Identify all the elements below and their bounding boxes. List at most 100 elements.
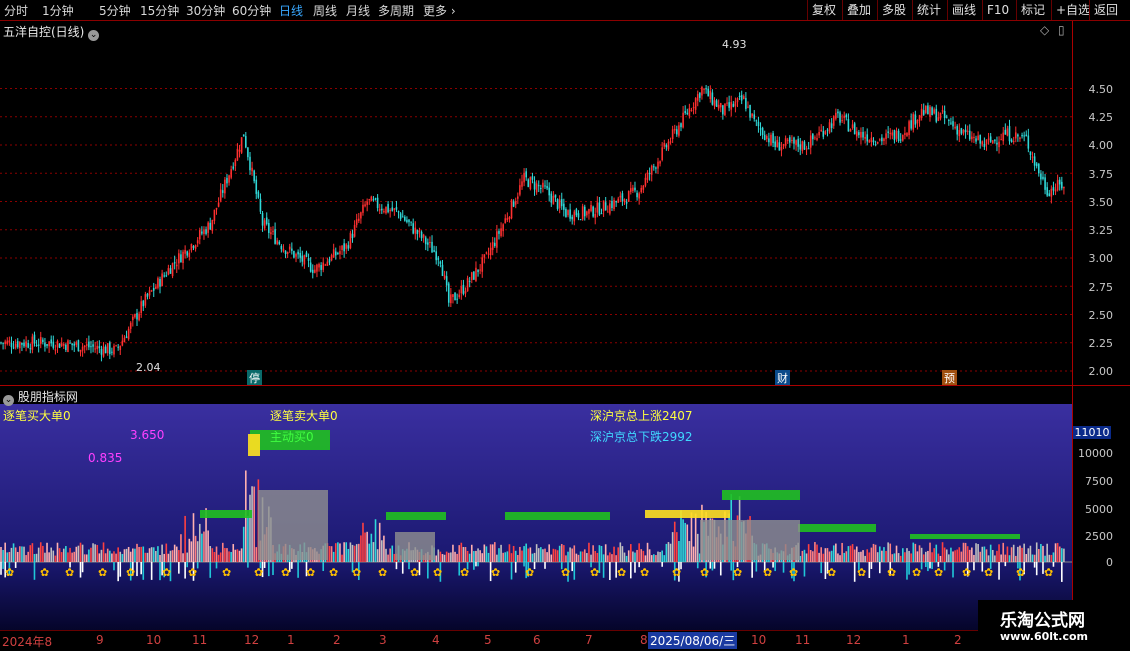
candle-body bbox=[234, 159, 237, 167]
candle-body bbox=[755, 120, 758, 122]
indicator-chart[interactable]: ✿ ✿ ✿ ✿ ✿ ✿ ✿ ✿ ✿ ✿ ✿ ✿ ✿ ✿ ✿ ✿ ✿ ✿ ✿ ✿ ✿ ✿ ✿ ✿ ✿ ✿ ✿ ✿ ✿ ✿ ✿ ✿ ✿ ✿ ✿ ✿ ✿ bbox=[0, 386, 1072, 630]
candle-body bbox=[747, 106, 749, 108]
candle-body bbox=[349, 232, 352, 249]
butterfly-icon: ✿ bbox=[887, 566, 896, 579]
volume-bar bbox=[678, 541, 680, 562]
candle-body bbox=[460, 286, 463, 294]
candle-body bbox=[874, 144, 877, 146]
volume-bar bbox=[868, 552, 871, 562]
candle-body bbox=[351, 233, 354, 239]
negative-bar bbox=[136, 562, 138, 577]
period-tab-60min[interactable]: 60分钟 bbox=[232, 2, 271, 19]
volume-bar bbox=[226, 548, 228, 562]
candle-body bbox=[504, 218, 507, 224]
period-tab-daily[interactable]: 日线 bbox=[279, 2, 303, 19]
chevron-down-icon[interactable]: ⌄ bbox=[88, 30, 100, 41]
candle-body bbox=[491, 242, 494, 250]
candle-body bbox=[864, 136, 866, 139]
volume-bar bbox=[10, 547, 13, 562]
multi-stock-button[interactable]: 多股 bbox=[877, 0, 910, 20]
period-tab-weekly[interactable]: 周线 bbox=[313, 2, 337, 19]
volume-bar bbox=[88, 549, 90, 562]
f10-button[interactable]: F10 bbox=[982, 0, 1013, 20]
period-tab-1min[interactable]: 1分钟 bbox=[42, 2, 74, 19]
candle-body bbox=[111, 351, 113, 353]
negative-bar bbox=[159, 562, 161, 581]
diamond-icon[interactable]: ◇ bbox=[1040, 23, 1049, 37]
volume-bar bbox=[6, 552, 9, 562]
candle-body bbox=[525, 171, 527, 178]
volume-bar bbox=[27, 551, 30, 562]
period-tab-5min[interactable]: 5分钟 bbox=[99, 2, 131, 19]
volume-bar bbox=[132, 548, 134, 562]
period-tab-30min[interactable]: 30分钟 bbox=[186, 2, 225, 19]
candle-body bbox=[732, 103, 735, 107]
date-label: 6 bbox=[533, 633, 541, 647]
add-watchlist-button[interactable]: +自选 bbox=[1051, 0, 1094, 20]
statistics-button[interactable]: 统计 bbox=[912, 0, 945, 20]
halt-marker[interactable]: 停 bbox=[247, 370, 262, 386]
overlay-button[interactable]: 叠加 bbox=[842, 0, 875, 20]
candle-body bbox=[249, 156, 251, 171]
volume-bar bbox=[904, 552, 906, 562]
draw-line-button[interactable]: 画线 bbox=[947, 0, 980, 20]
candle-body bbox=[458, 294, 461, 298]
candle-body bbox=[441, 264, 444, 276]
panel-toggle-icon[interactable]: ▯ bbox=[1058, 23, 1065, 37]
candle-body bbox=[374, 198, 377, 200]
negative-bar bbox=[1033, 562, 1036, 568]
volume-bar bbox=[883, 547, 885, 562]
candle-body bbox=[424, 237, 427, 245]
indicator-panel[interactable]: ✿ ✿ ✿ ✿ ✿ ✿ ✿ ✿ ✿ ✿ ✿ ✿ ✿ ✿ ✿ ✿ ✿ ✿ ✿ ✿ ✿ ✿ ✿ ✿ ✿ ✿ ✿ ✿ ✿ ✿ ✿ ✿ ✿ ✿ ✿ ✿ ✿ ⌄ … bbox=[0, 386, 1072, 630]
volume-bar bbox=[232, 544, 235, 562]
candle-body bbox=[726, 102, 728, 104]
period-tab-multi[interactable]: 多周期 bbox=[378, 2, 414, 19]
volume-bar bbox=[908, 550, 910, 562]
forecast-marker[interactable]: 预 bbox=[942, 370, 957, 386]
negative-bar bbox=[79, 562, 82, 578]
signal-band bbox=[798, 524, 876, 532]
butterfly-icon: ✿ bbox=[1044, 566, 1053, 579]
candle-body bbox=[1033, 156, 1036, 166]
chevron-down-icon[interactable]: ⌄ bbox=[3, 395, 14, 406]
volume-bar bbox=[150, 547, 153, 562]
candle-body bbox=[740, 95, 743, 101]
negative-bar bbox=[117, 562, 119, 582]
period-tab-fenshi[interactable]: 分时 bbox=[4, 2, 28, 19]
volume-bar bbox=[39, 542, 42, 562]
volume-bar bbox=[864, 555, 866, 562]
volume-bar bbox=[391, 545, 394, 562]
candle-body bbox=[468, 280, 471, 282]
negative-bar bbox=[878, 562, 881, 574]
volume-bar bbox=[606, 555, 609, 562]
butterfly-icon: ✿ bbox=[912, 566, 921, 579]
candlestick-chart[interactable] bbox=[0, 21, 1072, 385]
period-tab-more[interactable]: 更多 › bbox=[423, 2, 456, 19]
volume-bar bbox=[623, 552, 626, 562]
volume-bar bbox=[357, 543, 360, 562]
volume-bar bbox=[565, 555, 567, 562]
candle-body bbox=[163, 275, 166, 277]
candle-body bbox=[167, 268, 170, 275]
volume-bar bbox=[460, 542, 463, 562]
candle-body bbox=[985, 139, 988, 145]
volume-bar bbox=[634, 552, 636, 562]
period-tab-15min[interactable]: 15分钟 bbox=[140, 2, 179, 19]
candlestick-panel[interactable]: 五洋自控(日线) ⌄ ◇ ▯ 4.93 2.04 停 财 预 bbox=[0, 21, 1072, 386]
mark-button[interactable]: 标记 bbox=[1016, 0, 1049, 20]
volume-bar bbox=[814, 542, 816, 562]
candle-body bbox=[801, 141, 804, 151]
volume-bar bbox=[1050, 554, 1053, 562]
volume-bar bbox=[590, 554, 592, 562]
candle-body bbox=[891, 132, 894, 136]
candle-body bbox=[119, 345, 122, 350]
candle-body bbox=[596, 202, 599, 213]
candle-body bbox=[870, 137, 873, 142]
period-tab-monthly[interactable]: 月线 bbox=[346, 2, 370, 19]
back-button[interactable]: 返回 bbox=[1089, 0, 1122, 20]
volume-bar bbox=[192, 513, 195, 562]
volume-bar bbox=[381, 540, 383, 562]
candle-body bbox=[180, 254, 182, 263]
finance-marker[interactable]: 财 bbox=[775, 370, 790, 386]
fuquan-button[interactable]: 复权 bbox=[807, 0, 840, 20]
